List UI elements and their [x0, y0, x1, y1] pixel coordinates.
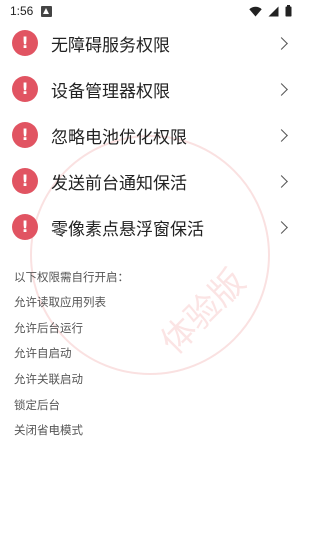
- note-line: 关闭省电模式: [14, 423, 83, 438]
- chevron-right-icon: [275, 174, 288, 188]
- warning-icon: !: [12, 214, 38, 240]
- status-bar: 1:56: [0, 0, 300, 22]
- warning-icon: !: [12, 122, 38, 148]
- warning-icon: !: [12, 168, 38, 194]
- warning-icon: !: [12, 30, 38, 56]
- permission-item-device-admin[interactable]: ! 设备管理器权限: [0, 66, 300, 112]
- chevron-right-icon: [275, 36, 288, 50]
- chevron-right-icon: [275, 82, 288, 96]
- note-line: 允许后台运行: [14, 320, 83, 335]
- battery-icon: [285, 5, 292, 17]
- status-left: 1:56: [10, 4, 53, 18]
- permission-item-foreground-notification[interactable]: ! 发送前台通知保活: [0, 158, 300, 204]
- permission-label: 零像素点悬浮窗保活: [51, 219, 204, 240]
- signal-icon: [268, 6, 279, 16]
- permission-item-zero-pixel-window[interactable]: ! 零像素点悬浮窗保活: [0, 204, 300, 250]
- permission-label: 忽略电池优化权限: [51, 127, 187, 148]
- permission-list: ! 无障碍服务权限 ! 设备管理器权限 ! 忽略电池优化权限 ! 发送前台通知保…: [0, 20, 300, 250]
- note-line: 允许读取应用列表: [14, 295, 106, 309]
- note-line: 允许自启动: [14, 346, 72, 361]
- warning-icon: !: [12, 76, 38, 102]
- permission-item-accessibility[interactable]: ! 无障碍服务权限: [0, 20, 300, 66]
- chevron-right-icon: [275, 220, 288, 234]
- manual-permission-notes: 以下权限需自行开启： 允许读取应用列表 允许后台运行 允许自启动 允许关联启动 …: [14, 264, 129, 444]
- note-line: 允许关联启动: [14, 372, 83, 387]
- watermark-text: 体验版: [153, 261, 254, 363]
- note-line: 锁定后台: [14, 397, 60, 412]
- notification-icon: [41, 5, 53, 17]
- chevron-right-icon: [275, 128, 288, 142]
- wifi-icon: [249, 6, 262, 16]
- status-time: 1:56: [10, 4, 34, 18]
- notes-title: 以下权限需自行开启：: [14, 270, 129, 284]
- status-right: [249, 5, 292, 17]
- permission-item-battery-optimization[interactable]: ! 忽略电池优化权限: [0, 112, 300, 158]
- permission-label: 设备管理器权限: [51, 81, 170, 102]
- permission-label: 发送前台通知保活: [51, 173, 187, 194]
- permission-label: 无障碍服务权限: [51, 35, 170, 56]
